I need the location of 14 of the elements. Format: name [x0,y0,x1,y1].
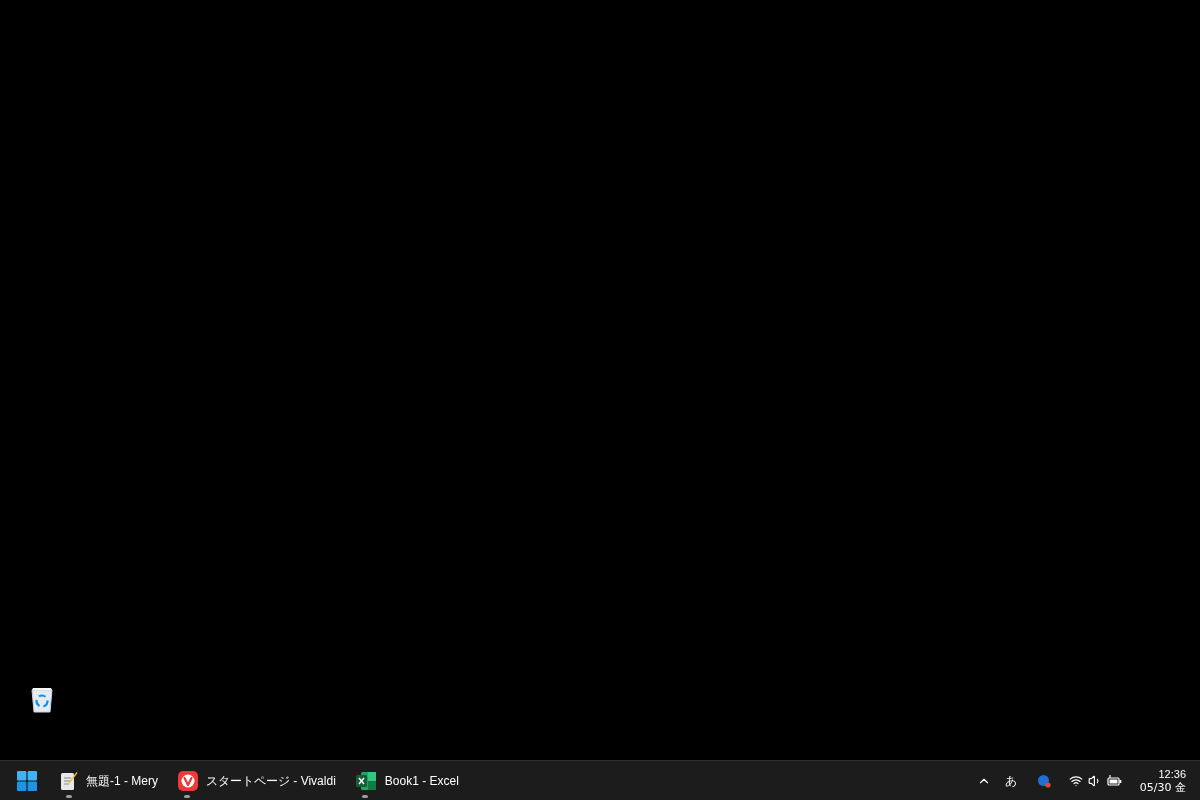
notepad-icon [60,770,78,791]
taskbar-app-button[interactable]: Book1 - Excel [349,762,465,799]
windows-logo-icon [17,770,37,791]
browser-logo-icon [178,770,198,791]
clock-date[interactable]: 05/30 金 [1139,780,1186,795]
taskbar-app-button[interactable]: スタートページ - Vivaldi [172,762,342,799]
ime-mode-indicator[interactable]: あ [1004,771,1017,790]
spreadsheet-icon [355,770,377,791]
wifi-icon[interactable] [1068,773,1083,788]
battery-icon[interactable] [1106,774,1122,787]
clock-time[interactable]: 12:36 [1158,766,1186,781]
colored-orb-icon[interactable] [1036,773,1051,788]
recycle-bin-icon[interactable] [31,687,53,713]
taskbar-app-button[interactable]: 無題-1 - Mery [54,762,164,799]
